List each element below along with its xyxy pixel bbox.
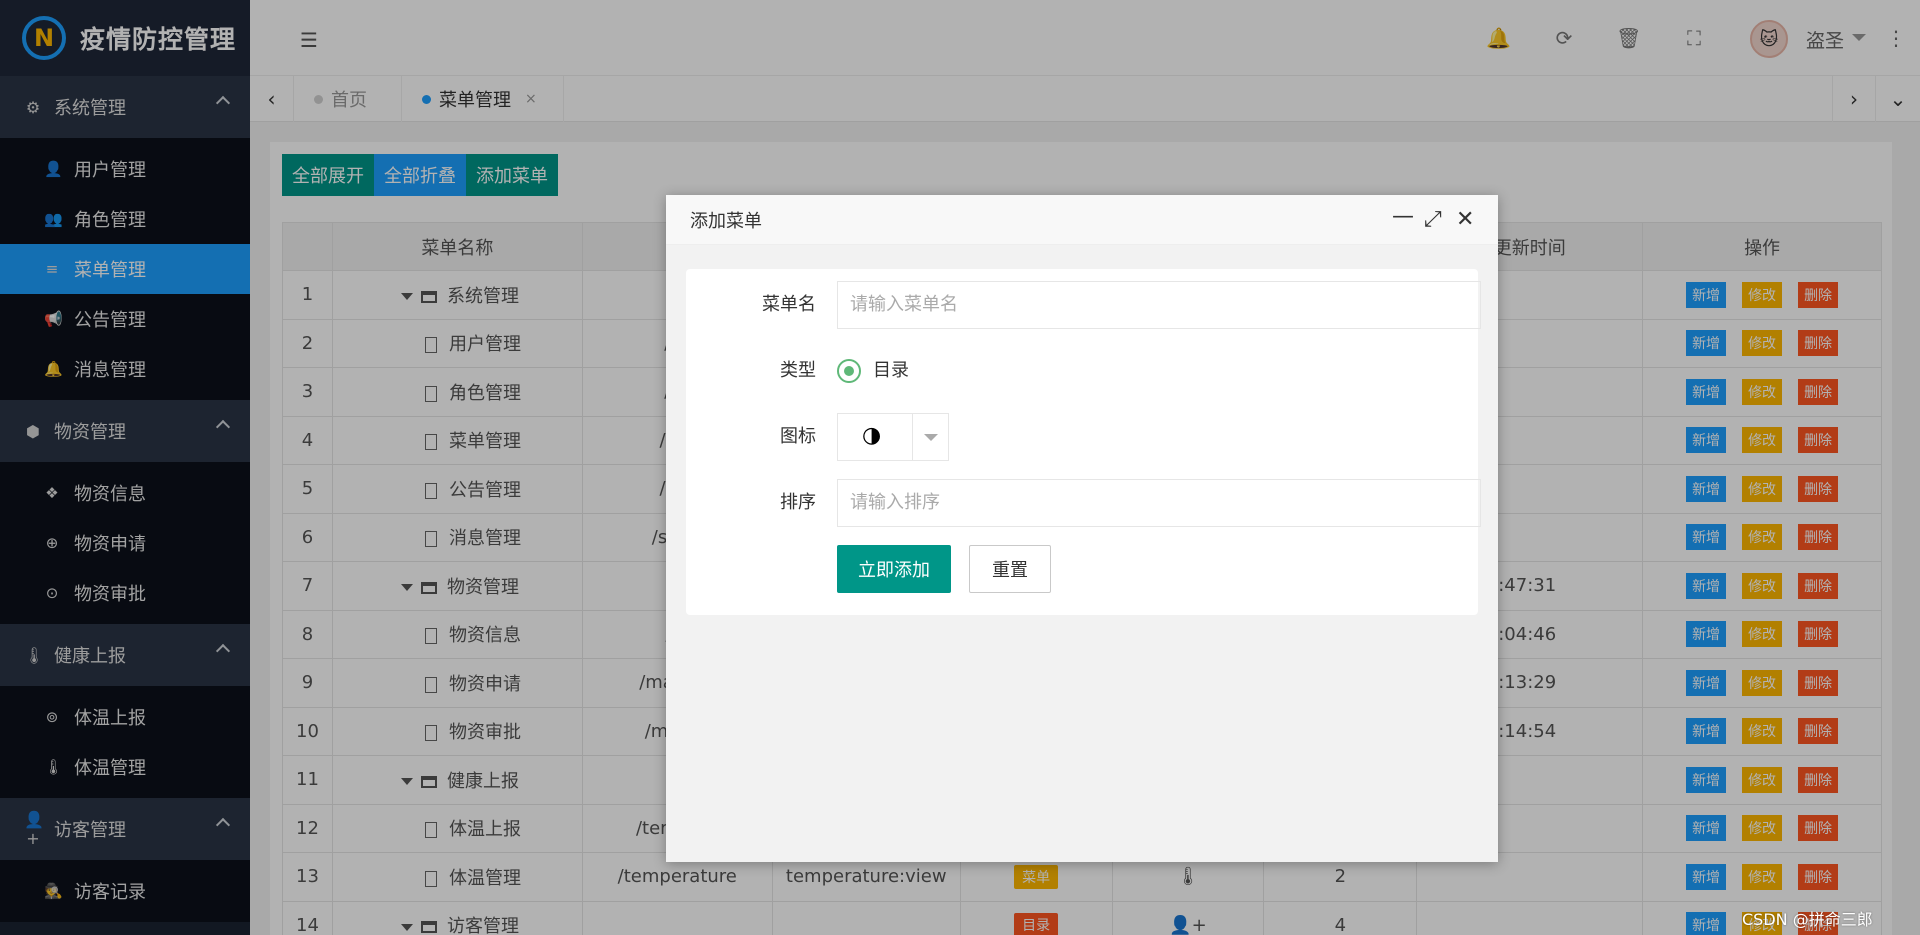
submit-button[interactable]: 立即添加 — [837, 545, 951, 593]
close-icon[interactable]: ✕ — [1456, 207, 1474, 232]
icon-row: 图标 ◑ — [686, 413, 1478, 461]
type-row: 类型 目录 — [686, 347, 1478, 395]
icon-picker[interactable]: ◑ — [837, 413, 949, 461]
reset-button[interactable]: 重置 — [969, 545, 1051, 593]
dialog-header: 添加菜单 — ⤢ ✕ — [666, 195, 1498, 245]
icon-picker-divider — [912, 414, 913, 460]
dialog-form: 菜单名 请输入菜单名 类型 目录 图标 ◑ 排序 请输入排序 立即添加 重置 — [686, 269, 1481, 615]
menu-name-input[interactable]: 请输入菜单名 — [837, 281, 1481, 329]
dialog-title: 添加菜单 — [690, 210, 762, 232]
watermark: CSDN @拼命三郎 — [1742, 910, 1873, 929]
add-menu-dialog: 添加菜单 — ⤢ ✕ 菜单名 请输入菜单名 类型 目录 图标 ◑ 排序 请输入排… — [666, 195, 1498, 862]
chevron-down-icon[interactable] — [924, 434, 938, 441]
maximize-icon[interactable]: ⤢ — [1424, 207, 1442, 232]
name-label: 菜单名 — [762, 294, 816, 315]
icon-label: 图标 — [780, 426, 816, 447]
minimize-icon[interactable]: — — [1392, 204, 1414, 229]
sort-input[interactable]: 请输入排序 — [837, 479, 1481, 527]
form-actions: 立即添加 重置 — [686, 545, 1478, 593]
type-label: 类型 — [780, 360, 816, 381]
type-radio-label[interactable]: 目录 — [873, 347, 909, 395]
name-row: 菜单名 请输入菜单名 — [686, 281, 1481, 329]
type-radio[interactable] — [837, 359, 861, 383]
sort-label: 排序 — [780, 492, 816, 513]
sort-row: 排序 请输入排序 — [686, 479, 1481, 527]
contrast-icon: ◑ — [862, 423, 882, 448]
